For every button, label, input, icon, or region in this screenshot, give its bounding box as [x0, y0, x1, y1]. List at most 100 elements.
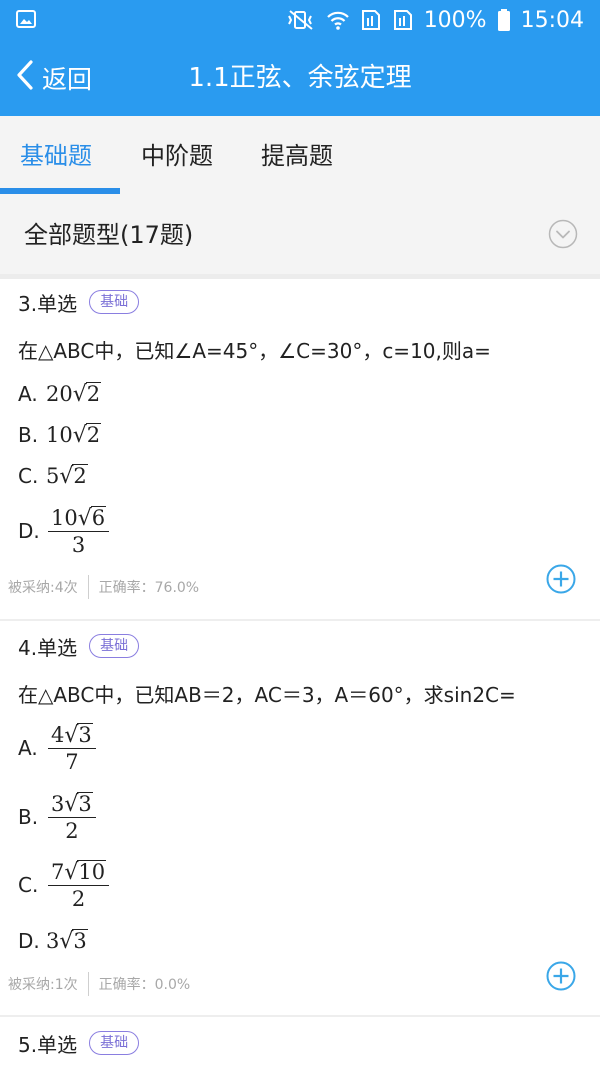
question-card[interactable]: 3.单选 基础 在△ABC中，已知∠A=45°，∠C=30°，c=10,则a= … [0, 284, 600, 618]
question-header: 4.单选 基础 [18, 628, 140, 664]
option-value: 20 √ 2 [46, 381, 102, 407]
question-card[interactable]: 4.单选 基础 在△ABC中，已知AB＝2，AC＝3，A＝60°，求sin2C=… [0, 628, 600, 1014]
difficulty-tabs: 基础题 中阶题 提高题 [0, 116, 600, 196]
accuracy-rate: 正确率：0.0% [98, 977, 191, 993]
sqrt-expression: √ 6 [77, 505, 107, 531]
coefficient: 10 [51, 505, 78, 530]
question-divider [0, 1015, 600, 1017]
option-letter: A. [18, 382, 38, 406]
option-b[interactable]: B. 3 √ 3 2 [18, 788, 96, 846]
tab-active-indicator [0, 188, 120, 194]
denominator: 2 [65, 818, 79, 843]
option-b[interactable]: B. 10 √ 2 [18, 418, 102, 452]
option-d[interactable]: D. 3 √ 3 [18, 924, 88, 958]
coefficient: 5 [46, 464, 60, 488]
sqrt-expression: √ 2 [72, 422, 102, 448]
sqrt-expression: √ 3 [64, 791, 93, 817]
stats-separator [87, 575, 89, 599]
clock: 15:04 [520, 7, 584, 33]
status-bar: 100% 15:04 [0, 0, 600, 40]
option-d[interactable]: D. 10 √ 6 3 [18, 502, 110, 560]
tab-basic[interactable]: 基础题 [20, 116, 92, 196]
filter-label: 全部题型(17题) [24, 221, 194, 249]
question-header: 5.单选 基础 [18, 1025, 140, 1061]
chevron-left-icon [14, 59, 36, 97]
sim2-icon [392, 9, 414, 31]
sim1-icon [360, 9, 382, 31]
option-value: 10 √ 2 [46, 422, 102, 448]
accuracy-rate: 正确率：76.0% [98, 580, 200, 596]
radicand: 3 [77, 792, 93, 817]
option-letter: D. [18, 519, 40, 543]
question-stats: 被采纳:1次 正确率：0.0% [8, 972, 190, 996]
section-divider [0, 274, 600, 279]
fraction: 3 √ 3 2 [48, 792, 96, 843]
app-bar: 返回 1.1正弦、余弦定理 [0, 40, 600, 116]
option-letter: B. [18, 423, 39, 447]
option-value: 5 √ 2 [46, 464, 88, 488]
question-type: 4.单选 [18, 635, 78, 660]
adopted-count: 被采纳:4次 [8, 580, 78, 596]
sqrt-expression: √ 3 [59, 928, 88, 954]
option-letter: A. [18, 736, 38, 760]
sqrt-expression: √ 3 [64, 722, 93, 748]
adopted-count: 被采纳:1次 [8, 977, 78, 993]
question-type-filter[interactable]: 全部题型(17题) [0, 196, 600, 275]
mute-vibrate-icon [286, 9, 316, 31]
coefficient: 7 [51, 859, 65, 884]
radicand: 2 [72, 464, 88, 489]
sqrt-expression: √ 2 [72, 381, 102, 407]
option-letter: C. [18, 873, 39, 897]
question-type: 3.单选 [18, 291, 78, 316]
wifi-icon [326, 9, 350, 31]
question-divider [0, 619, 600, 621]
question-stem: 在△ABC中，已知∠A=45°，∠C=30°，c=10,则a= [18, 339, 491, 363]
difficulty-badge: 基础 [89, 290, 140, 314]
plus-circle-icon [546, 564, 576, 594]
plus-circle-icon [546, 961, 576, 991]
radicand: 10 [77, 860, 107, 885]
option-c[interactable]: C. 5 √ 2 [18, 459, 88, 493]
back-label: 返回 [42, 65, 93, 94]
radicand: 3 [77, 723, 93, 748]
option-a[interactable]: A. 4 √ 3 7 [18, 719, 96, 777]
coefficient: 3 [51, 791, 65, 816]
option-letter: D. [18, 929, 40, 953]
battery-icon [497, 8, 511, 32]
coefficient: 10 [46, 423, 73, 447]
question-stats: 被采纳:4次 正确率：76.0% [8, 575, 199, 599]
back-button[interactable]: 返回 [14, 40, 92, 116]
option-value: 3 √ 3 [46, 929, 88, 953]
coefficient: 4 [51, 722, 65, 747]
numerator: 4 √ 3 [48, 723, 96, 749]
question-type: 5.单选 [18, 1032, 78, 1057]
denominator: 2 [71, 886, 86, 911]
tab-intermediate[interactable]: 中阶题 [141, 116, 213, 196]
option-a[interactable]: A. 20 √ 2 [18, 377, 102, 411]
radicand: 2 [85, 382, 102, 407]
radicand: 2 [85, 423, 102, 448]
option-c[interactable]: C. 7 √ 10 2 [18, 856, 110, 914]
option-letter: C. [18, 464, 39, 488]
question-header: 3.单选 基础 [18, 284, 140, 320]
option-letter: B. [18, 805, 39, 829]
denominator: 3 [71, 532, 86, 557]
difficulty-badge: 基础 [89, 1031, 140, 1055]
numerator: 3 √ 3 [48, 792, 96, 818]
denominator: 7 [65, 749, 79, 774]
tab-advanced[interactable]: 提高题 [261, 116, 333, 196]
question-card[interactable]: 5.单选 基础 [0, 1025, 600, 1067]
stats-separator [87, 972, 89, 996]
sqrt-expression: √ 10 [64, 859, 107, 885]
battery-level: 100% [423, 7, 487, 33]
coefficient: 3 [46, 929, 60, 953]
numerator: 10 √ 6 [48, 505, 110, 532]
add-question-button[interactable] [546, 961, 576, 995]
fraction: 7 √ 10 2 [48, 859, 110, 911]
fraction: 4 √ 3 7 [48, 723, 96, 774]
radicand: 6 [90, 506, 107, 531]
image-icon [16, 9, 36, 33]
add-question-button[interactable] [546, 564, 576, 598]
chevron-down-circle-icon[interactable] [548, 219, 578, 253]
question-stem: 在△ABC中，已知AB＝2，AC＝3，A＝60°，求sin2C= [18, 683, 516, 707]
